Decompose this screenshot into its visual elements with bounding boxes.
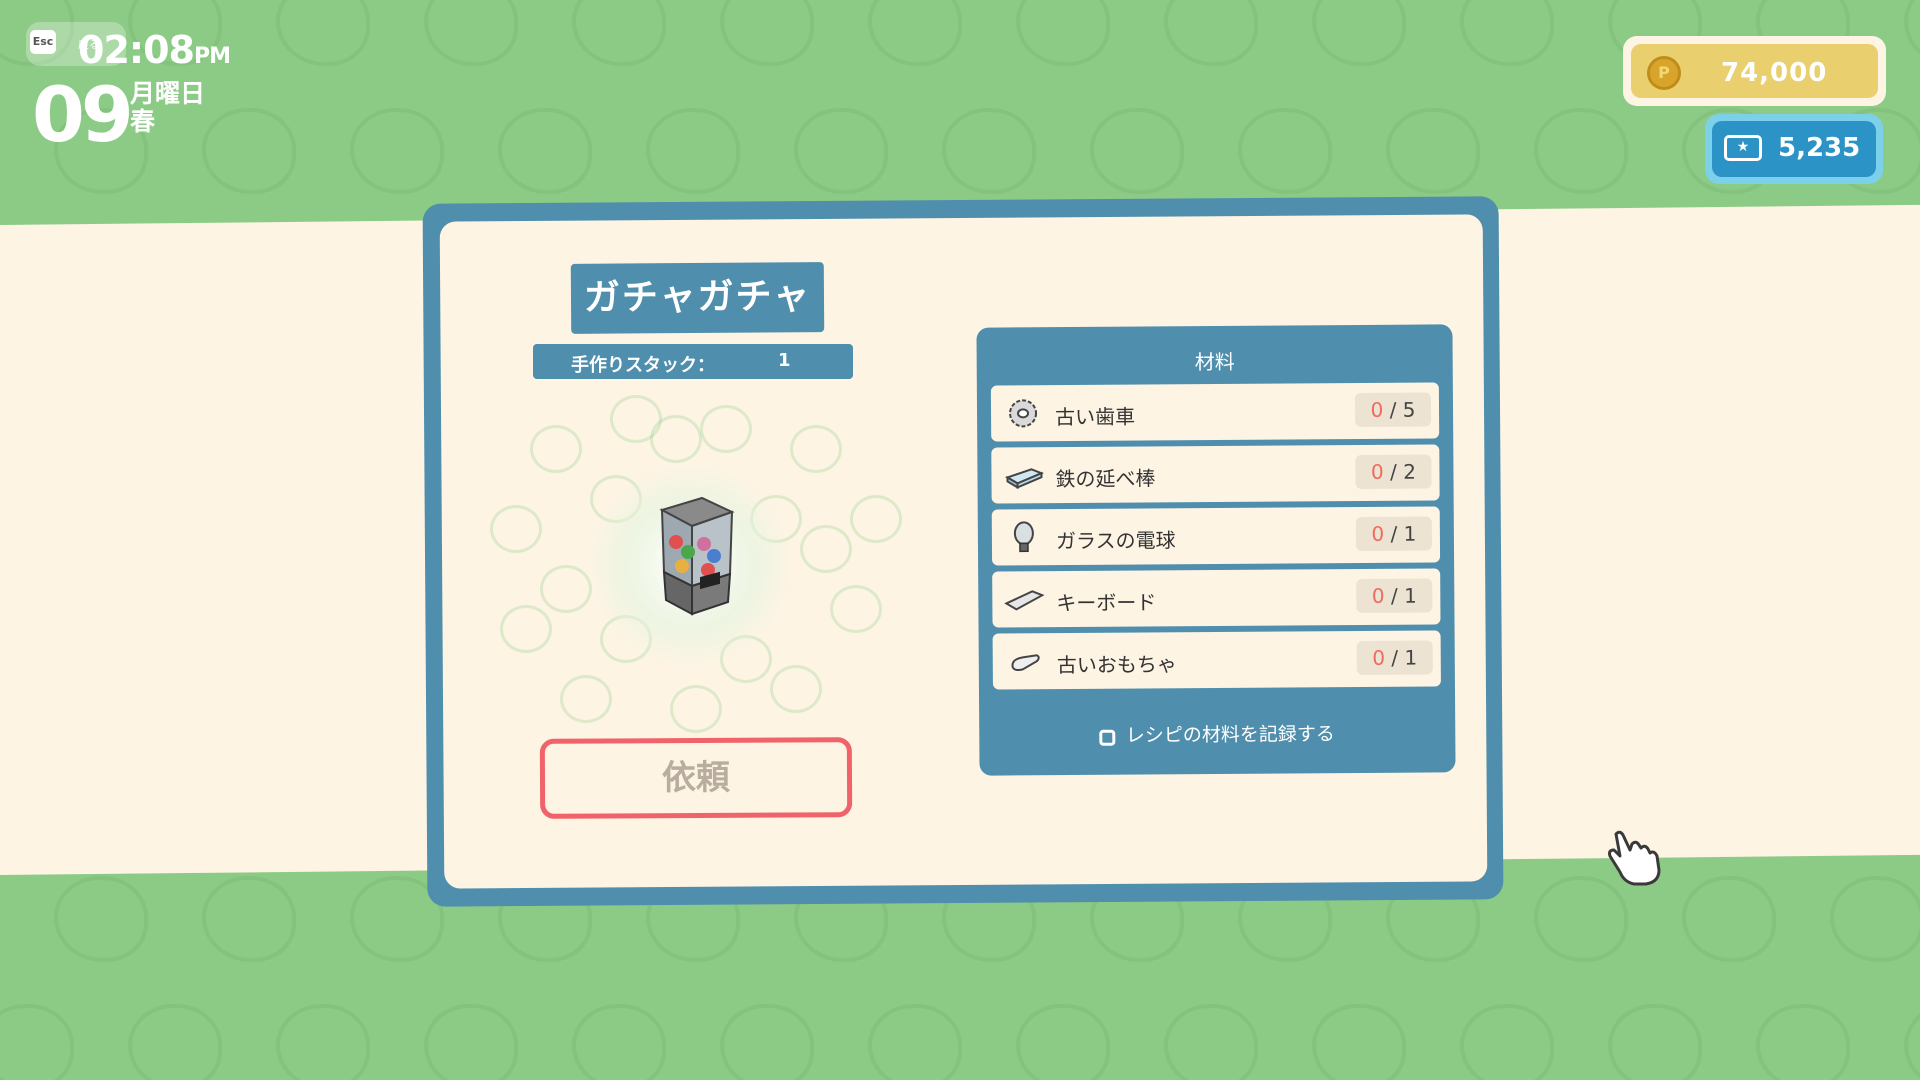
pattern-blob	[424, 0, 518, 66]
stack-label: 手作りスタック：	[571, 355, 715, 376]
pattern-blob	[1534, 108, 1628, 194]
pattern-blob	[54, 876, 148, 962]
materials-panel: 材料 古い歯車 0 / 5 鉄の延べ棒 0 / 2 ガラスの電球 0 / 1 キ…	[976, 324, 1456, 776]
pattern-blob	[572, 1004, 666, 1080]
pattern-blob	[350, 108, 444, 194]
preview-blob	[830, 585, 882, 633]
pattern-blob	[1312, 1004, 1406, 1080]
clock-time: 02:08PM	[78, 28, 231, 72]
preview-blob	[850, 495, 902, 543]
coin-icon: P	[1647, 56, 1681, 90]
esc-key-icon: Esc	[30, 30, 56, 54]
record-recipe-option[interactable]: レシピの材料を記録する	[979, 718, 1455, 748]
coin-amount: 74,000	[1721, 58, 1828, 88]
pattern-blob	[1904, 1004, 1920, 1080]
pattern-blob	[1608, 1004, 1702, 1080]
craft-stack-bar: 手作りスタック： 1	[533, 344, 853, 379]
preview-blob	[530, 425, 582, 473]
preview-blob	[790, 425, 842, 473]
am-pm: PM	[193, 44, 231, 69]
ticket-icon: ★	[1724, 135, 1762, 161]
pattern-blob	[1830, 876, 1920, 962]
material-row[interactable]: キーボード 0 / 1	[992, 568, 1441, 628]
pattern-blob	[720, 0, 814, 66]
iron-bar-icon	[1005, 468, 1044, 490]
day-number: 09	[32, 70, 134, 159]
pattern-blob	[1756, 1004, 1850, 1080]
keyboard-icon	[1004, 590, 1045, 611]
gear-icon	[1009, 399, 1038, 428]
preview-blob	[540, 565, 592, 613]
coin-counter: P 74,000	[1623, 36, 1886, 106]
pattern-blob	[1682, 876, 1776, 962]
material-count: 0 / 1	[1355, 516, 1433, 552]
pattern-blob	[128, 1004, 222, 1080]
preview-blob	[770, 665, 822, 713]
material-row[interactable]: 古いおもちゃ 0 / 1	[992, 630, 1441, 690]
material-row[interactable]: ガラスの電球 0 / 1	[991, 506, 1441, 566]
light-bulb-icon	[1013, 521, 1034, 553]
material-name: 鉄の延べ棒	[1055, 466, 1156, 492]
hand-cursor-icon	[1608, 830, 1661, 886]
pattern-blob	[1016, 1004, 1110, 1080]
pattern-blob	[498, 108, 592, 194]
pattern-blob	[1090, 108, 1184, 194]
stack-value: 1	[778, 350, 791, 371]
material-name: 古い歯車	[1054, 404, 1136, 430]
pattern-blob	[868, 0, 962, 66]
materials-title: 材料	[1194, 349, 1235, 375]
pattern-blob	[424, 1004, 518, 1080]
pattern-blob	[1164, 1004, 1258, 1080]
preview-blob	[610, 395, 662, 443]
material-name: キーボード	[1056, 590, 1157, 616]
pattern-blob	[0, 1004, 74, 1080]
material-name: 古いおもちゃ	[1056, 652, 1177, 678]
material-row[interactable]: 古い歯車 0 / 5	[990, 382, 1440, 442]
gacha-machine-icon	[659, 496, 735, 616]
ticket-counter: ★ 5,235	[1705, 114, 1883, 184]
preview-blob	[700, 405, 752, 453]
pattern-blob	[1534, 876, 1628, 962]
material-count: 0 / 5	[1354, 392, 1432, 428]
pattern-blob	[942, 108, 1036, 194]
preview-blob	[500, 605, 552, 653]
preview-blob	[490, 505, 542, 553]
preview-blob	[560, 675, 612, 723]
pattern-blob	[1460, 1004, 1554, 1080]
pattern-blob	[1312, 0, 1406, 66]
item-title: ガチャガチャ	[570, 262, 825, 334]
time-value: 02:08	[78, 28, 195, 72]
pattern-blob	[1904, 0, 1920, 66]
record-checkbox[interactable]	[1099, 729, 1116, 746]
pattern-blob	[202, 108, 296, 194]
season: 春	[130, 107, 156, 136]
pattern-blob	[1016, 0, 1110, 66]
pattern-blob	[1164, 0, 1258, 66]
toy-icon	[1011, 654, 1040, 672]
pattern-blob	[794, 108, 888, 194]
preview-blob	[670, 685, 722, 733]
pattern-blob	[646, 108, 740, 194]
ticket-amount: 5,235	[1778, 133, 1861, 163]
pattern-blob	[202, 876, 296, 962]
request-button[interactable]: 依頼	[539, 737, 853, 819]
pattern-blob	[276, 1004, 370, 1080]
pattern-blob	[1386, 108, 1480, 194]
pattern-blob	[572, 0, 666, 66]
material-row[interactable]: 鉄の延べ棒 0 / 2	[991, 444, 1440, 504]
material-count: 0 / 2	[1355, 454, 1432, 490]
pattern-blob	[868, 1004, 962, 1080]
pattern-blob	[1460, 0, 1554, 66]
material-count: 0 / 1	[1356, 578, 1433, 614]
pattern-blob	[276, 0, 370, 66]
pattern-blob	[720, 1004, 814, 1080]
material-count: 0 / 1	[1356, 640, 1433, 676]
preview-blob	[800, 525, 852, 573]
record-label: レシピの材料を記録する	[1125, 723, 1335, 747]
item-preview	[470, 385, 915, 745]
pattern-blob	[1238, 108, 1332, 194]
material-name: ガラスの電球	[1055, 528, 1176, 554]
